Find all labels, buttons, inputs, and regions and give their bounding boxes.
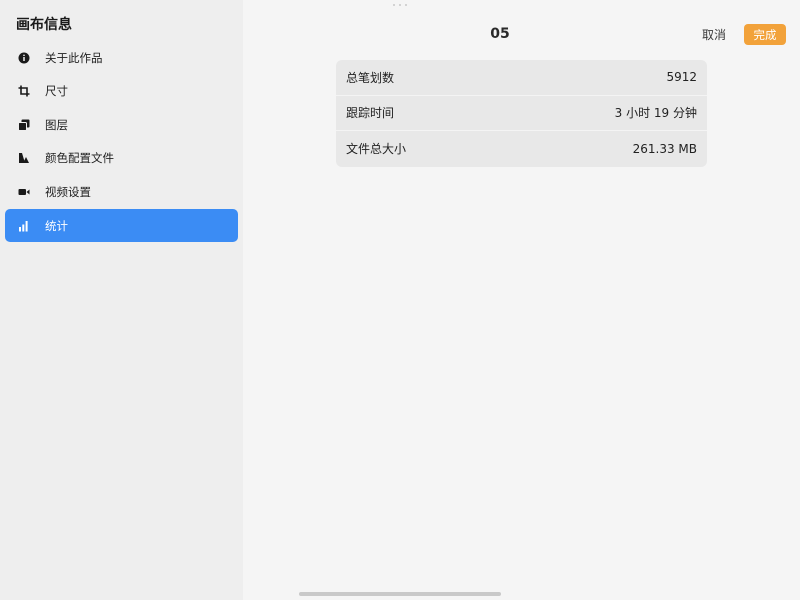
video-camera-icon: [18, 186, 30, 198]
crop-icon: [18, 85, 30, 97]
stat-value: 261.33 MB: [632, 141, 697, 156]
done-button[interactable]: 完成: [744, 24, 786, 45]
bar-chart-icon: [18, 220, 30, 232]
sidebar-item-layers[interactable]: 图层: [5, 108, 238, 141]
sidebar-item-size[interactable]: 尺寸: [5, 74, 238, 107]
stat-label: 文件总大小: [346, 142, 407, 157]
sidebar: 画布信息 关于此作品 尺寸 图层 颜色配置文件 视频设置 统计: [0, 0, 243, 600]
layers-icon: [18, 119, 30, 131]
stat-value: 5912: [666, 70, 697, 85]
sidebar-item-label: 颜色配置文件: [45, 150, 114, 165]
sidebar-item-color-profile[interactable]: 颜色配置文件: [5, 141, 238, 174]
stat-row-file-size: 文件总大小 261.33 MB: [336, 131, 707, 167]
color-profile-icon: [18, 152, 30, 164]
stat-row-total-strokes: 总笔划数 5912: [336, 60, 707, 96]
stat-value: 3 小时 19 分钟: [614, 106, 697, 121]
sidebar-item-label: 尺寸: [45, 83, 68, 98]
home-indicator[interactable]: [299, 592, 501, 596]
sidebar-item-label: 视频设置: [45, 184, 91, 199]
info-icon: [18, 52, 30, 64]
sidebar-item-label: 关于此作品: [45, 50, 103, 65]
stat-row-tracked-time: 跟踪时间 3 小时 19 分钟: [336, 96, 707, 132]
sidebar-item-label: 图层: [45, 117, 68, 132]
cancel-button[interactable]: 取消: [702, 26, 726, 43]
stat-label: 总笔划数: [346, 70, 395, 85]
sidebar-title: 画布信息: [16, 17, 72, 33]
sidebar-item-label: 统计: [45, 218, 68, 233]
page-title: 05: [490, 26, 510, 42]
grabber-handle[interactable]: [393, 4, 407, 7]
sidebar-item-video-settings[interactable]: 视频设置: [5, 175, 238, 208]
stat-label: 跟踪时间: [346, 106, 395, 121]
statistics-card: 总笔划数 5912 跟踪时间 3 小时 19 分钟 文件总大小 261.33 M…: [336, 60, 707, 167]
sidebar-item-statistics[interactable]: 统计: [5, 209, 238, 242]
sidebar-item-about[interactable]: 关于此作品: [5, 41, 238, 74]
